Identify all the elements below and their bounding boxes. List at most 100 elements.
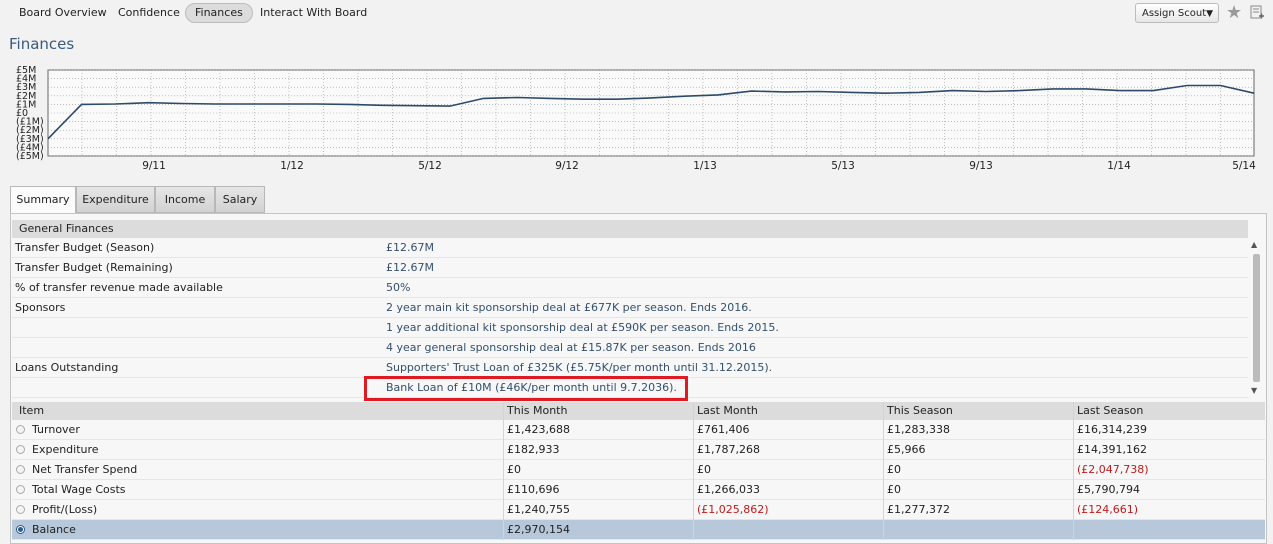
item-cell: Net Transfer Spend: [32, 463, 138, 476]
finance-key: Sponsors: [15, 301, 66, 314]
last-season-cell: (£124,661): [1077, 503, 1139, 516]
item-cell: Total Wage Costs: [32, 483, 126, 496]
finance-value: Supporters' Trust Loan of £325K (£5.75K/…: [386, 361, 773, 374]
item-cell: Expenditure: [32, 443, 99, 456]
last-month-cell: £1,266,033: [697, 483, 760, 496]
finance-row: Transfer Budget (Remaining) £12.67M: [12, 258, 1248, 278]
highlight-box: [364, 376, 688, 401]
finance-value: 1 year additional kit sponsorship deal a…: [386, 321, 779, 334]
nav-tab-interact-with-board[interactable]: Interact With Board: [251, 3, 376, 23]
row-radio-selected[interactable]: [16, 525, 25, 534]
table-row[interactable]: Turnover £1,423,688 £761,406 £1,283,338 …: [12, 420, 1265, 440]
x-tick-label: 9/13: [969, 160, 993, 172]
page-menu-icon[interactable]: [1250, 5, 1264, 19]
chevron-down-icon: ▼: [1206, 9, 1213, 19]
x-tick-label: 1/13: [693, 160, 717, 172]
this-month-cell: £2,970,154: [507, 523, 570, 536]
assign-scout-dropdown[interactable]: Assign Scout ▼: [1135, 3, 1219, 23]
x-tick-label: 1/14: [1107, 160, 1131, 172]
scroll-up-icon[interactable]: ▲: [1251, 240, 1257, 249]
last-season-cell: £16,314,239: [1077, 423, 1147, 436]
finance-row: % of transfer revenue made available 50%: [12, 278, 1248, 298]
finance-row: 1 year additional kit sponsorship deal a…: [12, 318, 1248, 338]
finance-chart: £5M £4M £3M £2M £1M £0 (£1M) (£2M) (£3M) (£4M) (£5…: [0, 60, 1273, 180]
finance-value: 2 year main kit sponsorship deal at £677…: [386, 301, 752, 314]
row-radio[interactable]: [16, 505, 25, 514]
item-cell: Profit/(Loss): [32, 503, 98, 516]
finances-scrollbar[interactable]: ▲ ▼: [1250, 238, 1264, 398]
nav-tab-confidence[interactable]: Confidence: [109, 3, 189, 23]
tab-summary[interactable]: Summary: [10, 186, 76, 214]
finance-value: £12.67M: [386, 241, 434, 254]
last-season-cell: (£2,047,738): [1077, 463, 1149, 476]
this-month-cell: £0: [507, 463, 521, 476]
general-finances-heading: General Finances: [12, 220, 1248, 238]
this-season-cell: £5,966: [887, 443, 926, 456]
finance-key: Transfer Budget (Remaining): [15, 261, 173, 274]
row-radio[interactable]: [16, 425, 25, 434]
scrollbar-thumb[interactable]: [1253, 254, 1260, 382]
finance-value: 50%: [386, 281, 411, 294]
finance-row: Transfer Budget (Season) £12.67M: [12, 238, 1248, 258]
column-divider: [1073, 402, 1074, 540]
this-month-cell: £110,696: [507, 483, 560, 496]
y-tick-label: (£5M): [16, 151, 44, 162]
column-header-this-season[interactable]: This Season: [887, 402, 953, 420]
finance-chart-svg: £5M£4M£3M£2M£1M£0(£1M)(£2M)(£3M)(£4M)(£5…: [16, 65, 1256, 172]
star-icon[interactable]: ★: [1226, 2, 1242, 23]
table-row[interactable]: Net Transfer Spend £0 £0 £0 (£2,047,738): [12, 460, 1265, 480]
tab-expenditure[interactable]: Expenditure: [76, 186, 155, 213]
finance-key: Transfer Budget (Season): [15, 241, 155, 254]
row-radio[interactable]: [16, 465, 25, 474]
finance-value: 4 year general sponsorship deal at £15.8…: [386, 341, 756, 354]
last-month-cell: £1,787,268: [697, 443, 760, 456]
finance-row: Loans Outstanding Supporters' Trust Loan…: [12, 358, 1248, 378]
nav-tab-board-overview[interactable]: Board Overview: [10, 3, 116, 23]
tab-income[interactable]: Income: [155, 186, 215, 213]
finance-row: Sponsors 2 year main kit sponsorship dea…: [12, 298, 1248, 318]
this-season-cell: £0: [887, 483, 901, 496]
last-season-cell: £14,391,162: [1077, 443, 1147, 456]
column-divider: [503, 402, 504, 540]
finance-key: % of transfer revenue made available: [15, 281, 223, 294]
x-tick-label: 5/12: [418, 160, 442, 172]
row-radio[interactable]: [16, 485, 25, 494]
table-row[interactable]: Expenditure £182,933 £1,787,268 £5,966 £…: [12, 440, 1265, 460]
scroll-down-icon[interactable]: ▼: [1251, 386, 1257, 395]
column-divider: [883, 402, 884, 540]
this-season-cell: £0: [887, 463, 901, 476]
nav-tab-finances[interactable]: Finances: [185, 3, 253, 23]
table-row[interactable]: Profit/(Loss) £1,240,755 (£1,025,862) £1…: [12, 500, 1265, 520]
table-row-selected[interactable]: Balance £2,970,154: [12, 520, 1265, 540]
tab-salary[interactable]: Salary: [215, 186, 265, 213]
table-header: Item This Month Last Month This Season L…: [12, 402, 1265, 420]
this-season-cell: £1,283,338: [887, 423, 950, 436]
x-tick-label: 5/13: [831, 160, 855, 172]
column-header-item[interactable]: Item: [19, 402, 44, 420]
last-month-cell: £761,406: [697, 423, 750, 436]
row-radio[interactable]: [16, 445, 25, 454]
x-tick-label: 5/14: [1232, 160, 1256, 172]
table-row[interactable]: Total Wage Costs £110,696 £1,266,033 £0 …: [12, 480, 1265, 500]
item-cell: Turnover: [32, 423, 80, 436]
finance-row: 4 year general sponsorship deal at £15.8…: [12, 338, 1248, 358]
x-tick-label: 9/12: [555, 160, 579, 172]
column-header-last-season[interactable]: Last Season: [1077, 402, 1143, 420]
finance-key: Loans Outstanding: [15, 361, 119, 374]
x-tick-label: 9/11: [142, 160, 166, 172]
assign-scout-label: Assign Scout: [1142, 8, 1207, 19]
this-month-cell: £1,240,755: [507, 503, 570, 516]
column-header-this-month[interactable]: This Month: [507, 402, 567, 420]
page-title: Finances: [9, 35, 75, 53]
column-divider: [693, 402, 694, 540]
finance-value: £12.67M: [386, 261, 434, 274]
this-season-cell: £1,277,372: [887, 503, 950, 516]
this-month-cell: £182,933: [507, 443, 560, 456]
last-season-cell: £5,790,794: [1077, 483, 1140, 496]
last-month-cell: (£1,025,862): [697, 503, 769, 516]
x-tick-label: 1/12: [280, 160, 304, 172]
top-navigation: Board Overview Confidence Finances Inter…: [0, 0, 1273, 28]
last-month-cell: £0: [697, 463, 711, 476]
item-cell: Balance: [32, 523, 76, 536]
column-header-last-month[interactable]: Last Month: [697, 402, 758, 420]
